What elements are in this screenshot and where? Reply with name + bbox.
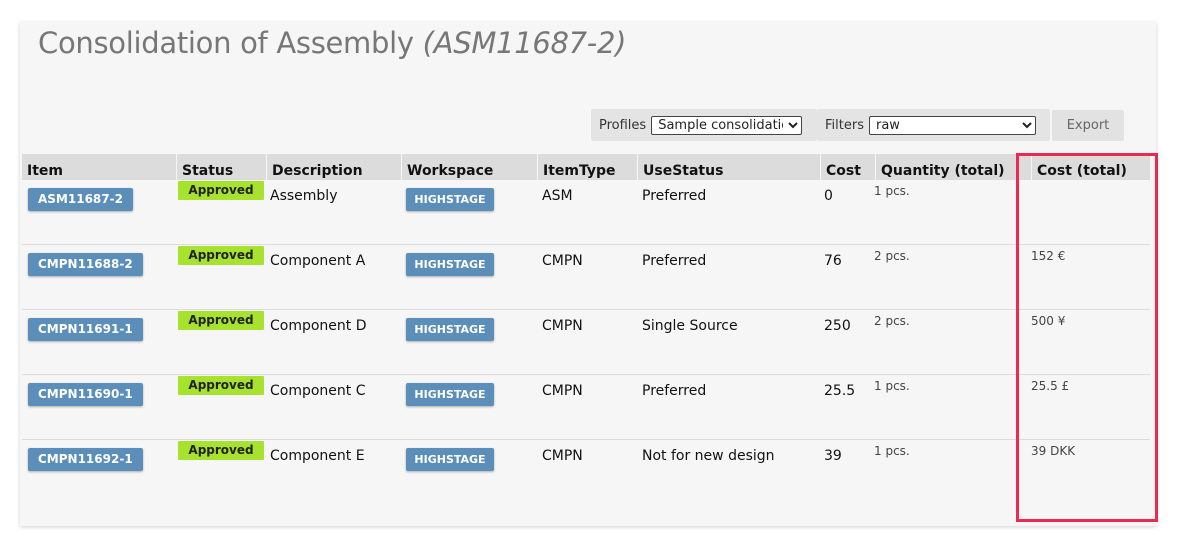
table-row: CMPN11690-1 Approved Component C HIGHSTA…: [22, 375, 1150, 440]
workspace-button[interactable]: HIGHSTAGE: [406, 448, 494, 471]
quantity-cell: 1 pcs.: [874, 444, 910, 458]
status-badge: Approved: [178, 441, 264, 460]
page-title-assembly-id: (ASM11687-2): [422, 26, 627, 60]
status-badge: Approved: [178, 376, 264, 395]
itemtype-cell: CMPN: [542, 383, 583, 399]
consolidation-panel: Consolidation of Assembly (ASM11687-2) P…: [20, 22, 1156, 526]
itemtype-cell: ASM: [542, 188, 573, 204]
item-link-button[interactable]: CMPN11690-1: [28, 383, 143, 406]
column-header-usestatus[interactable]: UseStatus: [637, 154, 820, 180]
column-header-itemtype[interactable]: ItemType: [537, 154, 637, 180]
table-header: Item Status Description Workspace ItemTy…: [22, 154, 1150, 180]
column-header-workspace[interactable]: Workspace: [401, 154, 537, 180]
column-header-quantity-total[interactable]: Quantity (total): [875, 154, 1031, 180]
cost-cell: 39: [824, 448, 842, 464]
column-header-cost[interactable]: Cost: [820, 154, 875, 180]
usestatus-cell: Preferred: [642, 253, 707, 269]
itemtype-cell: CMPN: [542, 448, 583, 464]
cost-total-highlight-box: [1016, 153, 1158, 522]
status-badge: Approved: [178, 181, 264, 200]
column-header-description[interactable]: Description: [266, 154, 401, 180]
table-row: ASM11687-2 Approved Assembly HIGHSTAGE A…: [22, 180, 1150, 245]
table-row: CMPN11691-1 Approved Component D HIGHSTA…: [22, 310, 1150, 375]
consolidation-table: Item Status Description Workspace ItemTy…: [22, 154, 1150, 504]
workspace-button[interactable]: HIGHSTAGE: [406, 383, 494, 406]
page-title: Consolidation of Assembly (ASM11687-2): [38, 26, 626, 60]
usestatus-cell: Single Source: [642, 318, 738, 334]
description-cell: Component D: [270, 318, 367, 334]
workspace-button[interactable]: HIGHSTAGE: [406, 188, 494, 211]
column-header-item[interactable]: Item: [22, 154, 176, 180]
itemtype-cell: CMPN: [542, 318, 583, 334]
profiles-select[interactable]: Sample consolidation: [651, 115, 803, 135]
usestatus-cell: Preferred: [642, 188, 707, 204]
quantity-cell: 1 pcs.: [874, 379, 910, 393]
quantity-cell: 2 pcs.: [874, 249, 910, 263]
quantity-cell: 2 pcs.: [874, 314, 910, 328]
table-row: CMPN11688-2 Approved Component A HIGHSTA…: [22, 245, 1150, 310]
description-cell: Component C: [270, 383, 366, 399]
filters-label: Filters: [825, 117, 864, 133]
description-cell: Component A: [270, 253, 366, 269]
cost-cell: 250: [824, 318, 851, 334]
filters-group: Filters raw: [817, 109, 1050, 141]
column-header-status[interactable]: Status: [176, 154, 266, 180]
item-link-button[interactable]: CMPN11692-1: [28, 448, 143, 471]
item-link-button[interactable]: CMPN11691-1: [28, 318, 143, 341]
item-link-button[interactable]: CMPN11688-2: [28, 253, 143, 276]
quantity-cell: 1 pcs.: [874, 184, 910, 198]
item-link-button[interactable]: ASM11687-2: [28, 188, 133, 211]
description-cell: Component E: [270, 448, 365, 464]
status-badge: Approved: [178, 311, 264, 330]
profiles-group: Profiles Sample consolidation: [591, 109, 817, 141]
itemtype-cell: CMPN: [542, 253, 583, 269]
page-title-text: Consolidation of Assembly: [38, 26, 414, 60]
profiles-label: Profiles: [599, 117, 647, 133]
usestatus-cell: Preferred: [642, 383, 707, 399]
workspace-button[interactable]: HIGHSTAGE: [406, 318, 494, 341]
cost-cell: 0: [824, 188, 833, 204]
cost-cell: 25.5: [824, 383, 856, 399]
usestatus-cell: Not for new design: [642, 448, 775, 464]
cost-cell: 76: [824, 253, 842, 269]
table-row: CMPN11692-1 Approved Component E HIGHSTA…: [22, 440, 1150, 504]
status-badge: Approved: [178, 246, 264, 265]
description-cell: Assembly: [270, 188, 338, 204]
export-button[interactable]: Export: [1052, 110, 1124, 141]
filters-select[interactable]: raw: [868, 115, 1036, 135]
workspace-button[interactable]: HIGHSTAGE: [406, 253, 494, 276]
